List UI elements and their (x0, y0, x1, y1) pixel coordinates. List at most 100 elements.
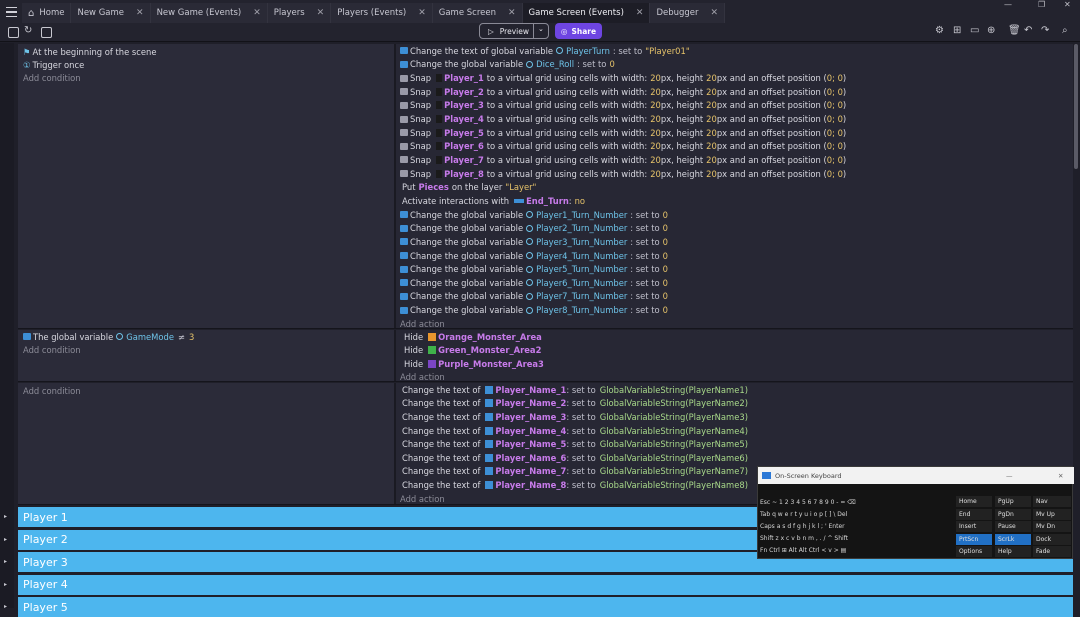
share-button[interactable]: ◎ Share (555, 23, 602, 39)
osk-key[interactable]: Pause (995, 521, 1031, 533)
search-icon[interactable]: ⌕ (1062, 25, 1068, 36)
action-row[interactable]: Change the text of Player_Name_1: set to G… (400, 383, 748, 397)
tab-players[interactable]: Players ✕ (267, 3, 332, 23)
conditions-column[interactable]: Add condition (18, 383, 396, 504)
action-row[interactable]: Change the text of Player_Name_2: set to G… (400, 397, 748, 411)
event-group[interactable]: Player 4 (18, 574, 1073, 595)
close-icon[interactable]: ✕ (317, 8, 325, 18)
add-event-icon[interactable]: ⊕ (987, 25, 995, 36)
tab-game-screen-events[interactable]: Game Screen (Events) ✕ (522, 3, 651, 23)
osk-key[interactable]: Mv Dn (1033, 521, 1071, 533)
action-row[interactable]: Change the global variable Player5_Turn_N… (400, 262, 668, 276)
comment-icon[interactable]: ▭ (970, 25, 979, 36)
event-settings-icon[interactable]: ⚙ (935, 25, 944, 36)
action-row[interactable]: Change the text of Player_Name_4: set to G… (400, 424, 748, 438)
undo-icon[interactable]: ↶ (1024, 25, 1032, 36)
action-row[interactable]: Change the global variable Player4_Turn_N… (400, 249, 668, 263)
close-icon[interactable]: ✕ (253, 8, 261, 18)
actions-column[interactable]: Change the text of global variable Player… (398, 44, 1073, 331)
osk-key[interactable]: PgUp (995, 496, 1031, 507)
tab-game-screen[interactable]: Game Screen ✕ (432, 3, 523, 23)
close-icon[interactable]: ✕ (1058, 472, 1063, 480)
event-block[interactable]: The global variable GameMode ≠ 3 Add con… (18, 330, 1073, 382)
tab-debugger[interactable]: Debugger ✕ (650, 3, 726, 23)
actions-column[interactable]: Hide Orange_Monster_Area Hide Green_Monster… (398, 330, 1073, 383)
osk-key[interactable]: PgDn (995, 508, 1031, 520)
osk-key[interactable]: End (956, 508, 992, 520)
redo-icon[interactable]: ↷ (1041, 25, 1049, 36)
action-row[interactable]: Snap Player_6 to a virtual grid using cell… (400, 140, 846, 154)
tab-new-game[interactable]: New Game ✕ (71, 3, 151, 23)
osk-key[interactable]: ScrLk (995, 533, 1031, 545)
condition-row[interactable]: ① Trigger once (23, 58, 84, 72)
minimize-icon[interactable]: — (1006, 472, 1013, 480)
osk-key[interactable]: Fade (1033, 546, 1071, 558)
osk-title-bar[interactable]: On-Screen Keyboard — ✕ (758, 467, 1074, 484)
tab-home[interactable]: ⌂ Home (22, 3, 72, 23)
action-row[interactable]: Put Pieces on the layer "Layer" (400, 181, 536, 195)
conditions-column[interactable]: ⚑ At the beginning of the scene ① Trigger … (18, 44, 396, 328)
event-group[interactable]: Player 5 (18, 597, 1073, 617)
action-row[interactable]: Change the text of Player_Name_5: set to G… (400, 437, 748, 451)
osk-key[interactable]: Nav (1033, 496, 1071, 507)
osk-key[interactable]: Mv Up (1033, 508, 1071, 520)
expand-chevron-icon[interactable]: ▸ (4, 513, 7, 520)
history-icon[interactable]: ↻ (24, 25, 32, 36)
osk-key[interactable]: Insert (956, 521, 992, 533)
minimize-icon[interactable]: — (1004, 0, 1012, 14)
action-row[interactable]: Snap Player_1 to a virtual grid using cell… (400, 71, 846, 85)
action-row[interactable]: Hide Orange_Monster_Area (400, 330, 542, 344)
expand-chevron-icon[interactable]: ▸ (4, 558, 7, 565)
add-action-link[interactable]: Add action (400, 492, 445, 506)
condition-row[interactable]: ⚑ At the beginning of the scene (23, 45, 157, 59)
osk-row[interactable]: Tab q w e r t y u i o p [ ] \ Del (760, 511, 847, 518)
delete-icon[interactable]: 🗑 (1008, 25, 1021, 36)
osk-key[interactable]: PrtScn (956, 533, 992, 545)
restore-icon[interactable]: ❐ (1038, 0, 1045, 14)
expand-chevron-icon[interactable]: ▸ (4, 581, 7, 588)
action-row[interactable]: Change the global variable Player7_Turn_N… (400, 290, 668, 304)
close-icon[interactable]: ✕ (136, 8, 144, 18)
add-action-link[interactable]: Add action (400, 317, 445, 331)
osk-key[interactable]: Dock (1033, 533, 1071, 545)
action-row[interactable]: Activate interactions with End_Turn: no (400, 194, 585, 208)
action-row[interactable]: Change the global variable Player2_Turn_N… (400, 221, 668, 235)
action-row[interactable]: Hide Purple_Monster_Area3 (400, 357, 544, 371)
action-row[interactable]: Change the global variable Player3_Turn_N… (400, 235, 668, 249)
add-condition-link[interactable]: Add condition (23, 384, 81, 398)
close-icon[interactable]: ✕ (418, 8, 426, 18)
add-condition-link[interactable]: Add condition (23, 343, 81, 357)
condition-row[interactable]: The global variable GameMode ≠ 3 (23, 330, 194, 344)
preview-button[interactable]: ▷ Preview ⌄ (479, 23, 549, 39)
action-row[interactable]: Snap Player_4 to a virtual grid using cell… (400, 112, 846, 126)
action-row[interactable]: Change the text of global variable Player… (400, 44, 690, 58)
osk-row[interactable]: Shift z x c v b n m , . / ^ Shift (760, 535, 848, 542)
osk-key[interactable]: Options (956, 546, 992, 558)
vertical-scrollbar[interactable] (1074, 44, 1078, 169)
action-row[interactable]: Change the global variable Player1_Turn_N… (400, 208, 668, 222)
osk-key[interactable]: Help (995, 546, 1031, 558)
action-row[interactable]: Change the text of Player_Name_7: set to G… (400, 465, 748, 479)
chevron-down-icon[interactable]: ⌄ (538, 25, 544, 33)
action-row[interactable]: Hide Green_Monster_Area2 (400, 344, 541, 358)
osk-row[interactable]: Esc ~ 1 2 3 4 5 6 7 8 9 0 - = ⌫ (760, 499, 856, 506)
close-icon[interactable]: ✕ (636, 8, 644, 18)
expand-chevron-icon[interactable]: ▸ (4, 603, 7, 610)
save-icon[interactable] (41, 27, 52, 38)
action-row[interactable]: Change the global variable Player8_Turn_N… (400, 303, 668, 317)
osk-key[interactable]: Home (956, 496, 992, 507)
action-row[interactable]: Snap Player_7 to a virtual grid using cell… (400, 153, 846, 167)
tab-new-game-events[interactable]: New Game (Events) ✕ (150, 3, 268, 23)
action-row[interactable]: Change the text of Player_Name_3: set to G… (400, 410, 748, 424)
add-condition-link[interactable]: Add condition (23, 71, 81, 85)
expand-chevron-icon[interactable]: ▸ (4, 536, 7, 543)
add-group-icon[interactable]: ⊞ (953, 25, 961, 36)
action-row[interactable]: Change the global variable Player6_Turn_N… (400, 276, 668, 290)
conditions-column[interactable]: The global variable GameMode ≠ 3 Add con… (18, 330, 396, 381)
action-row[interactable]: Snap Player_5 to a virtual grid using cell… (400, 126, 846, 140)
add-action-link[interactable]: Add action (400, 371, 445, 385)
menu-icon[interactable] (0, 0, 22, 24)
objects-panel-icon[interactable] (8, 27, 19, 38)
action-row[interactable]: Snap Player_2 to a virtual grid using cell… (400, 85, 846, 99)
action-row[interactable]: Change the text of Player_Name_6: set to G… (400, 451, 748, 465)
